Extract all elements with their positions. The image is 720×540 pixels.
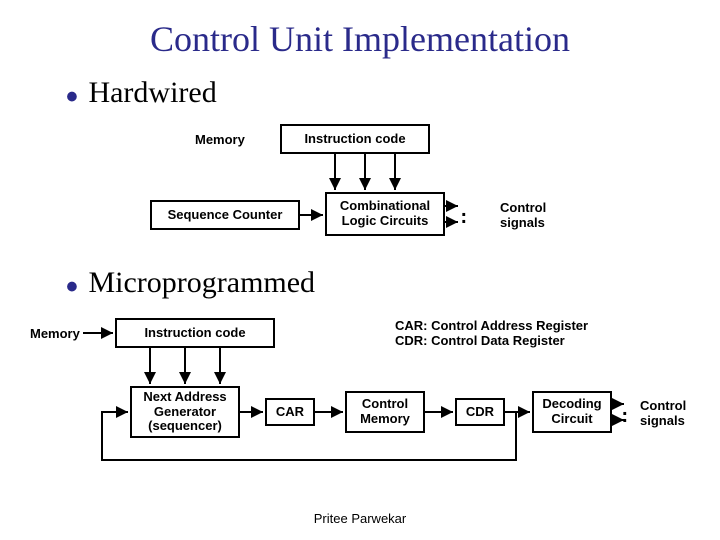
micro-control-signals: Control signals xyxy=(640,398,686,428)
dots-icon: .. xyxy=(461,207,467,221)
micro-cdr-box: CDR xyxy=(455,398,505,426)
footer-author: Pritee Parwekar xyxy=(0,511,720,526)
micro-control-memory-box: Control Memory xyxy=(345,391,425,433)
section-microprogrammed: Microprogrammed xyxy=(88,266,315,299)
micro-decoding-box: Decoding Circuit xyxy=(532,391,612,433)
micro-legend: CAR: Control Address Register CDR: Contr… xyxy=(395,318,588,348)
hardwired-instruction-code-box: Instruction code xyxy=(280,124,430,154)
hardwired-memory-label: Memory xyxy=(195,132,245,147)
micro-next-addr-box: Next Address Generator (sequencer) xyxy=(130,386,240,438)
micro-car-box: CAR xyxy=(265,398,315,426)
dots-icon: .. xyxy=(622,406,628,420)
hardwired-sequence-counter-box: Sequence Counter xyxy=(150,200,300,230)
bullet-icon: • xyxy=(60,78,84,117)
micro-memory-label: Memory xyxy=(30,326,80,341)
hardwired-combinational-box: Combinational Logic Circuits xyxy=(325,192,445,236)
micro-instruction-code-box: Instruction code xyxy=(115,318,275,348)
bullet-icon: • xyxy=(60,268,84,307)
section-hardwired: Hardwired xyxy=(88,76,216,109)
page-title: Control Unit Implementation xyxy=(0,0,720,60)
hardwired-control-signals: Control signals xyxy=(500,200,546,230)
